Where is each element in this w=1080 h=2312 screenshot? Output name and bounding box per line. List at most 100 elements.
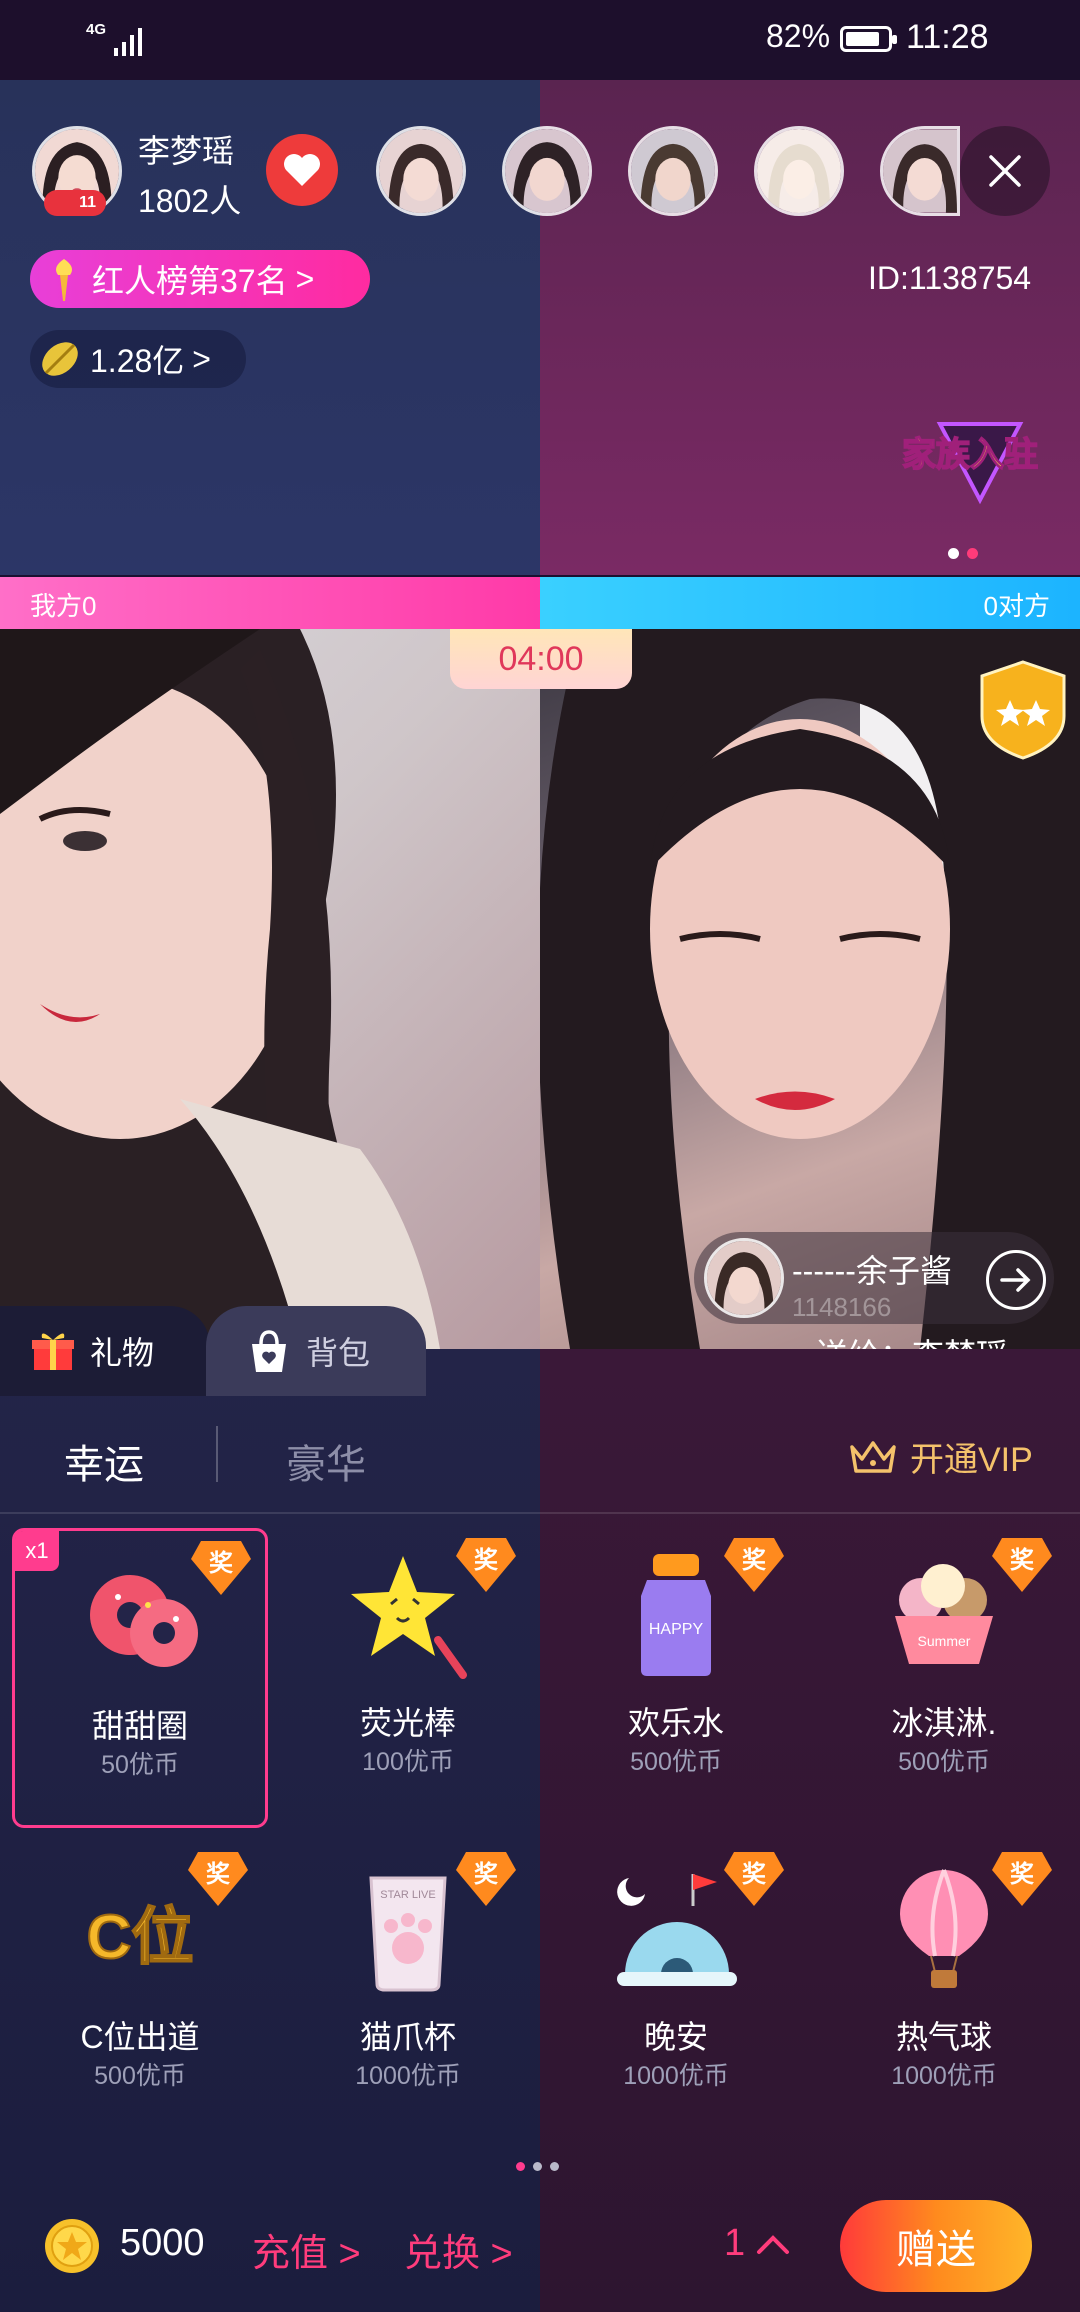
svg-text:奖: 奖 xyxy=(474,1860,499,1888)
viewer-count: 1802人 xyxy=(138,183,242,219)
chevron-right-icon: > xyxy=(192,340,211,377)
signal-icon xyxy=(114,28,142,56)
follow-button[interactable] xyxy=(266,134,338,206)
recharge-link[interactable]: 充值 > xyxy=(252,2222,361,2277)
category-divider xyxy=(216,1426,218,1482)
arrow-right-icon xyxy=(1000,1268,1031,1292)
svg-text:奖: 奖 xyxy=(1010,1860,1035,1888)
network-type: 4G xyxy=(86,21,107,38)
rank-pill[interactable]: 红人榜第37名 > xyxy=(30,250,370,308)
close-icon xyxy=(989,155,1021,187)
prize-badge-icon: 奖 xyxy=(191,1541,251,1595)
category-lucky[interactable]: 幸运 xyxy=(64,1432,144,1490)
tab-gift-label: 礼物 xyxy=(90,1335,155,1371)
quantity-value: 1 xyxy=(724,2222,746,2264)
svg-text:奖: 奖 xyxy=(742,1546,767,1574)
tab-bag[interactable]: 背包 xyxy=(206,1306,426,1396)
viewer-avatar[interactable] xyxy=(754,126,844,216)
sender-name: ------余子酱 xyxy=(792,1253,952,1289)
star-wand-icon xyxy=(351,1556,467,1679)
gift-name: 荧光棒 xyxy=(359,1705,456,1741)
viewer-avatar[interactable] xyxy=(502,126,592,216)
battery-icon xyxy=(840,26,897,52)
coin-balance: 5000 xyxy=(120,2222,205,2264)
gift-price: 1000优币 xyxy=(355,2062,461,2090)
opponent-score: 0对方 xyxy=(983,591,1050,621)
signal-indicator: 4G xyxy=(86,21,142,56)
battery-percent: 82% xyxy=(766,18,831,54)
viewer-avatar[interactable] xyxy=(628,126,718,216)
bottle-icon: HAPPY xyxy=(641,1554,711,1676)
divider xyxy=(0,1512,1080,1514)
prize-badge-icon: 奖 xyxy=(992,1852,1052,1906)
sender-arrow-button[interactable] xyxy=(986,1250,1046,1310)
chevron-up-icon xyxy=(757,2234,790,2254)
clock: 11:28 xyxy=(906,18,989,56)
gift-name: 冰淇淋. xyxy=(891,1705,997,1741)
prize-badge-icon: 奖 xyxy=(992,1538,1052,1592)
gift-item-cat-paw-cup[interactable]: STAR LIVE 奖 猫爪杯 1000优币 xyxy=(280,1842,536,2142)
family-join-badge[interactable]: 家族入驻 xyxy=(880,410,1060,510)
gift-price: 1000优币 xyxy=(891,2062,997,2090)
rank-shield-icon xyxy=(980,660,1066,760)
svg-text:STAR LIVE: STAR LIVE xyxy=(380,1889,435,1901)
donut-icon xyxy=(90,1575,198,1667)
gift-item-hot-air-balloon[interactable]: 奖 热气球 1000优币 xyxy=(816,1842,1072,2142)
gift-item-glowstick[interactable]: 奖 荧光棒 100优币 xyxy=(280,1528,536,1828)
bag-icon xyxy=(252,1330,286,1372)
battery-level xyxy=(846,32,879,46)
svg-text:HAPPY: HAPPY xyxy=(649,1621,704,1638)
our-score: 我方0 xyxy=(30,591,97,621)
sender-avatar[interactable] xyxy=(704,1238,784,1318)
gift-price: 1000优币 xyxy=(623,2062,729,2090)
prize-badge-icon: 奖 xyxy=(188,1852,248,1906)
gift-price: 500优币 xyxy=(94,2062,186,2090)
c-debut-icon: C位 xyxy=(86,1902,195,1973)
gift-item-ice-cream[interactable]: Summer 奖 冰淇淋. 500优币 xyxy=(816,1528,1072,1828)
viewer-avatar[interactable] xyxy=(376,126,466,216)
tab-bag-label: 背包 xyxy=(306,1335,371,1371)
gift-page-dots xyxy=(516,2162,559,2171)
tab-gift[interactable]: 礼物 xyxy=(0,1306,210,1396)
chevron-right-icon: > xyxy=(295,260,315,297)
family-badge-label: 家族入驻 xyxy=(902,436,1038,474)
pk-timer: 04:00 xyxy=(450,629,632,689)
svg-text:奖: 奖 xyxy=(206,1860,231,1888)
prize-badge-icon: 奖 xyxy=(456,1538,516,1592)
viewer-avatar[interactable] xyxy=(880,126,960,216)
gift-price: 500优币 xyxy=(630,1748,722,1776)
gift-name: 甜甜圈 xyxy=(91,1708,188,1744)
host-video[interactable] xyxy=(0,629,540,1349)
gift-price: 50优币 xyxy=(101,1751,179,1779)
gift-item-donut[interactable]: x1 奖 甜甜圈 50优币 xyxy=(12,1528,268,1828)
exchange-link[interactable]: 兑换 > xyxy=(404,2222,513,2277)
income-pill[interactable]: 1.28亿 > xyxy=(30,330,246,388)
crown-icon xyxy=(850,1440,896,1473)
vip-button[interactable]: 开通VIP xyxy=(848,1432,1033,1481)
balloon-icon xyxy=(900,1869,988,1988)
gift-name: 热气球 xyxy=(895,2019,992,2055)
host-level-badge: 11 xyxy=(44,190,106,216)
vip-label: 开通VIP xyxy=(910,1441,1033,1479)
host-name[interactable]: 李梦瑶 xyxy=(138,126,234,172)
gift-item-happy-water[interactable]: HAPPY 奖 欢乐水 500优币 xyxy=(548,1528,804,1828)
gift-name: 欢乐水 xyxy=(627,1705,724,1741)
category-luxury[interactable]: 豪华 xyxy=(286,1432,366,1490)
cat-paw-cup-icon: STAR LIVE xyxy=(369,1876,447,1992)
quantity-selector[interactable]: 1 xyxy=(724,2222,791,2265)
gift-item-c-debut[interactable]: C位 奖 C位出道 500优币 xyxy=(12,1842,268,2142)
gift-count-badge: x1 xyxy=(15,1531,59,1571)
gift-icon xyxy=(32,1333,74,1370)
prize-badge-icon: 奖 xyxy=(724,1538,784,1592)
svg-text:奖: 奖 xyxy=(742,1860,767,1888)
heart-icon xyxy=(284,154,320,186)
close-button[interactable] xyxy=(960,126,1050,216)
svg-text:奖: 奖 xyxy=(1010,1546,1035,1574)
gift-item-good-night[interactable]: 奖 晚安 1000优币 xyxy=(548,1842,804,2142)
gift-name: 猫爪杯 xyxy=(359,2019,456,2055)
send-button[interactable]: 赠送 xyxy=(840,2200,1032,2292)
gift-name: C位出道 xyxy=(80,2019,200,2055)
rank-label: 红人榜第37名 xyxy=(92,263,288,299)
gift-name: 晚安 xyxy=(643,2019,708,2055)
room-id: ID:1138754 xyxy=(868,260,1032,296)
